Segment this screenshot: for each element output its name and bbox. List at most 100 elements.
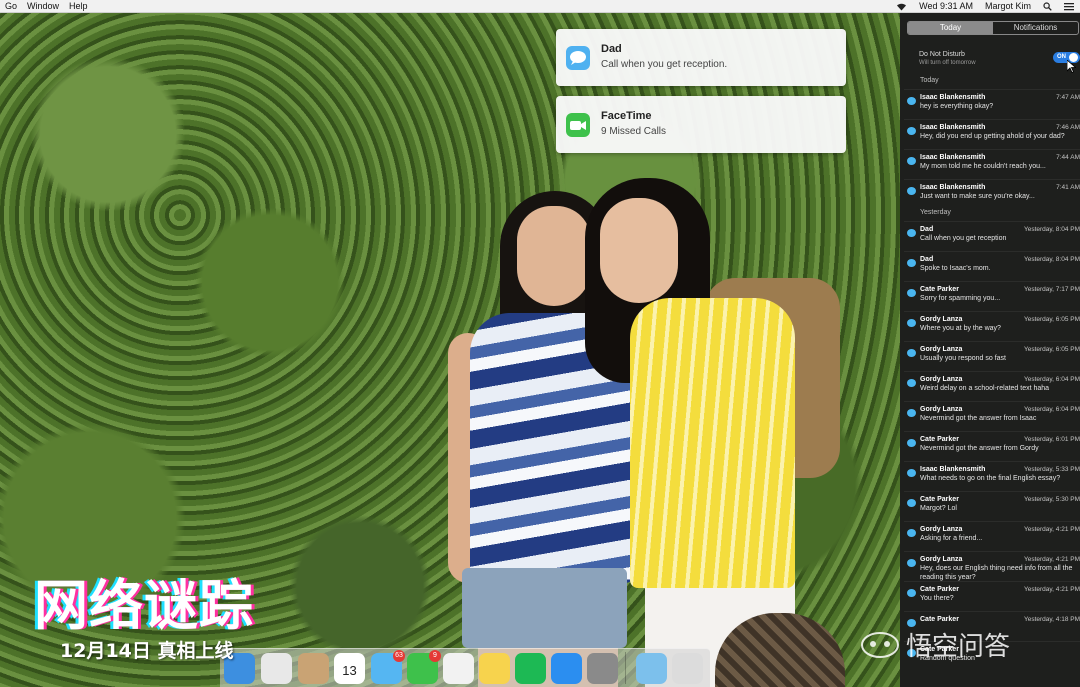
watermark: 悟空问答 [860, 626, 1010, 663]
notification-message: Asking for a friend... [920, 535, 983, 542]
notification-item[interactable]: Gordy Lanza Yesterday, 4:21 PM Hey, does o… [904, 551, 1080, 581]
notification-item[interactable]: Isaac Blankensmith Yesterday, 5:33 PM What… [904, 461, 1080, 489]
notification-item[interactable]: Isaac Blankensmith 7:47 AM hey is everythi… [904, 89, 1080, 117]
notification-sender: Isaac Blankensmith [920, 124, 986, 131]
messages-icon [907, 289, 916, 297]
notification-sender: Dad [920, 226, 934, 233]
notification-item[interactable]: Gordy Lanza Yesterday, 6:04 PM Nevermind g… [904, 401, 1080, 429]
messages-icon [907, 319, 916, 327]
messages-icon [907, 529, 916, 537]
notification-item[interactable]: Cate Parker Yesterday, 5:30 PM Margot? Lol [904, 491, 1080, 519]
notification-center-tabs: Today Notifications [907, 21, 1079, 35]
notification-sender: Dad [920, 256, 934, 263]
notification-time: Yesterday, 8:04 PM [1023, 226, 1080, 233]
system-preferences-icon[interactable] [587, 653, 618, 684]
facetime-icon[interactable]: 9 [407, 650, 441, 684]
notification-message: Where you at by the way? [920, 325, 1001, 332]
notification-item[interactable]: Cate Parker Yesterday, 6:01 PM Nevermind g… [904, 431, 1080, 459]
messages-icon [907, 259, 916, 267]
notification-item[interactable]: Gordy Lanza Yesterday, 6:05 PM Where you a… [904, 311, 1080, 339]
facetime-icon [566, 113, 590, 137]
app-store-icon[interactable] [551, 653, 582, 684]
person-right-top [630, 298, 795, 588]
notification-item[interactable]: Gordy Lanza Yesterday, 6:04 PM Weird delay… [904, 371, 1080, 399]
trash-icon[interactable] [672, 653, 703, 684]
notification-sender: Cate Parker [920, 616, 959, 623]
person-left-shorts [462, 568, 627, 648]
notification-time: Yesterday, 6:04 PM [1023, 376, 1080, 383]
notification-message: Weird delay on a school-related text hah… [920, 385, 1050, 392]
spotify-icon[interactable] [515, 653, 546, 684]
notification-item[interactable]: Isaac Blankensmith 7:44 AM My mom told me … [904, 149, 1080, 177]
notification-item[interactable]: Isaac Blankensmith 7:46 AM Hey, did you en… [904, 119, 1080, 147]
notification-message: My mom told me he couldn't reach you... [920, 163, 1046, 170]
notification-time: Yesterday, 4:21 PM [1023, 556, 1080, 563]
section-heading: Today [920, 77, 939, 84]
dock-separator [625, 652, 626, 684]
messages-icon [907, 499, 916, 507]
banner-body: 9 Missed Calls [601, 126, 667, 137]
movie-title-overlay: 网络谜踪 [34, 574, 254, 637]
notification-item[interactable]: Cate Parker Yesterday, 7:17 PM Sorry for s… [904, 281, 1080, 309]
notification-item[interactable]: Dad Yesterday, 8:04 PM Spoke to Isaac's mo… [904, 251, 1080, 279]
person-left-face [517, 206, 591, 306]
menu-window[interactable]: Window [22, 0, 64, 13]
notification-time: 7:47 AM [1056, 94, 1080, 101]
messages-icon [907, 409, 916, 417]
notification-message: Margot? Lol [920, 505, 957, 512]
menu-help[interactable]: Help [64, 0, 93, 13]
dock-badge: 63 [393, 650, 405, 662]
messages-icon [907, 589, 916, 597]
photos-icon[interactable] [443, 653, 474, 684]
notification-time: Yesterday, 4:21 PM [1023, 586, 1080, 593]
notification-time: Yesterday, 6:05 PM [1023, 346, 1080, 353]
notification-time: Yesterday, 6:05 PM [1023, 316, 1080, 323]
menu-user[interactable]: Margot Kim [979, 0, 1037, 13]
notification-time: 7:44 AM [1056, 154, 1080, 161]
messages-icon [907, 469, 916, 477]
wifi-icon[interactable] [890, 2, 913, 11]
notification-time: Yesterday, 4:21 PM [1023, 526, 1080, 533]
notification-item[interactable]: Dad Yesterday, 8:04 PM Call when you get r… [904, 221, 1080, 249]
messages-icon [907, 379, 916, 387]
contacts-icon[interactable] [298, 653, 329, 684]
notification-sender: Isaac Blankensmith [920, 154, 986, 161]
notification-center-icon[interactable] [1058, 2, 1080, 11]
notification-item[interactable]: Gordy Lanza Yesterday, 4:21 PM Asking for … [904, 521, 1080, 549]
tab-notifications[interactable]: Notifications [993, 22, 1078, 34]
notification-time: Yesterday, 5:30 PM [1023, 496, 1080, 503]
notification-time: 7:41 AM [1056, 184, 1080, 191]
messages-icon [566, 46, 590, 70]
downloads-folder-icon[interactable] [636, 653, 667, 684]
notification-time: Yesterday, 8:04 PM [1023, 256, 1080, 263]
spotlight-search-icon[interactable] [1037, 1, 1058, 11]
notes-icon[interactable] [479, 653, 510, 684]
notification-message: Call when you get reception [920, 235, 1007, 242]
messages-icon[interactable]: 63 [371, 650, 405, 684]
release-date-overlay: 12月14日 真相上线 [60, 640, 234, 662]
notification-message: Sorry for spamming you... [920, 295, 1001, 302]
menu-go[interactable]: Go [0, 0, 22, 13]
notification-sender: Gordy Lanza [920, 316, 963, 323]
notification-time: Yesterday, 4:18 PM [1023, 616, 1080, 623]
notification-banner-facetime[interactable]: FaceTime 9 Missed Calls [556, 96, 846, 153]
messages-icon [907, 127, 916, 135]
notification-banner-dad[interactable]: Dad Call when you get reception. [556, 29, 846, 86]
menu-clock[interactable]: Wed 9:31 AM [913, 0, 979, 13]
notification-sender: Gordy Lanza [920, 526, 963, 533]
chrome-icon[interactable] [261, 653, 292, 684]
calendar-icon[interactable]: 13 [334, 653, 365, 684]
notification-item[interactable]: Gordy Lanza Yesterday, 6:05 PM Usually you… [904, 341, 1080, 369]
calendar-date-label: 13 [342, 663, 357, 678]
notification-time: Yesterday, 6:04 PM [1023, 406, 1080, 413]
notification-message: What needs to go on the final English es… [920, 475, 1061, 482]
tab-today[interactable]: Today [908, 22, 993, 34]
notification-item[interactable]: Cate Parker Yesterday, 4:21 PM You there? [904, 581, 1080, 609]
notification-sender: Cate Parker [920, 586, 959, 593]
notification-sender: Gordy Lanza [920, 346, 963, 353]
notification-message: Usually you respond so fast [920, 355, 1006, 362]
notification-sender: Gordy Lanza [920, 376, 963, 383]
mouse-cursor-icon [1066, 59, 1077, 78]
notification-item[interactable]: Isaac Blankensmith 7:41 AM Just want to ma… [904, 179, 1080, 207]
notification-time: Yesterday, 5:33 PM [1023, 466, 1080, 473]
